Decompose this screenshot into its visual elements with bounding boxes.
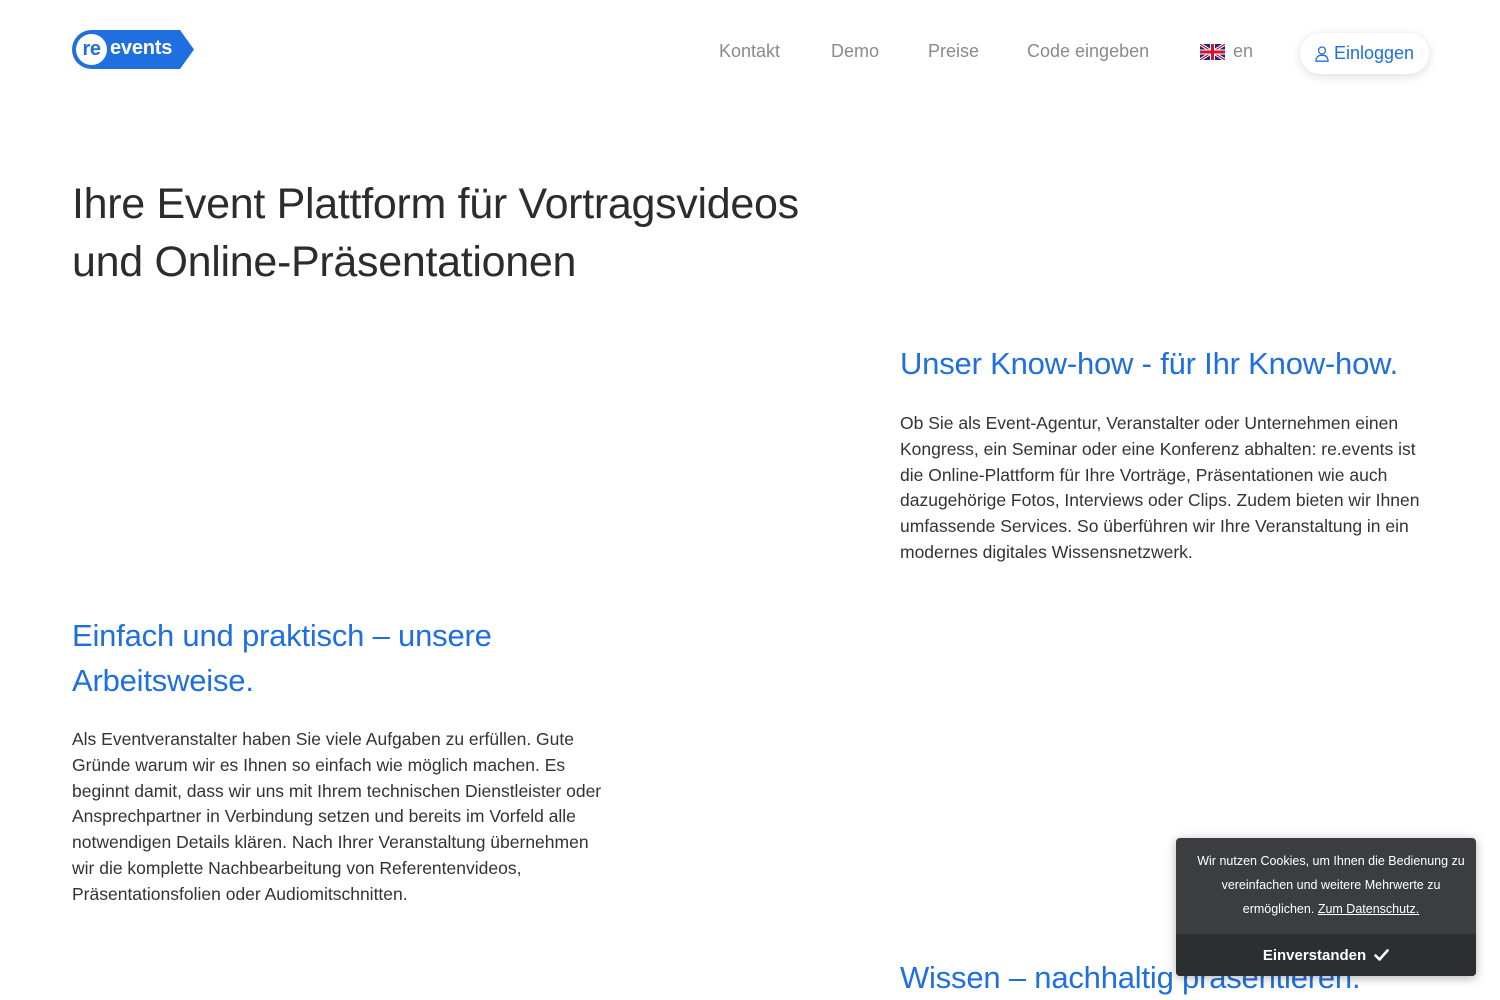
language-label: en — [1233, 41, 1254, 61]
section-arbeitsweise-title: Einfach und praktisch – unsere Arbeitswe… — [72, 618, 492, 698]
login-button[interactable]: Einloggen — [1300, 33, 1429, 74]
nav-demo[interactable]: Demo — [831, 41, 879, 62]
nav-code-eingeben[interactable]: Code eingeben — [1027, 41, 1149, 62]
cookie-accept-label: Einverstanden — [1262, 946, 1367, 964]
privacy-link[interactable]: Zum Datenschutz. — [1318, 902, 1419, 916]
hero-title-line-1: Ihre Event Plattform für Vortragsvideos — [72, 180, 799, 228]
section-arbeitsweise-text: Als Eventveranstalter haben Sie viele Au… — [72, 729, 602, 904]
hero-title: Ihre Event Plattform für Vortragsvideos … — [72, 175, 892, 291]
section-knowhow-text: Ob Sie als Event-Agentur, Veranstalter o… — [900, 413, 1420, 562]
check-icon — [1374, 949, 1389, 961]
reevents-logo[interactable]: re events — [72, 30, 194, 69]
cookie-accept-button[interactable]: Einverstanden — [1176, 934, 1476, 976]
uk-flag-icon — [1200, 43, 1225, 60]
logo-events-text: events — [110, 37, 173, 59]
nav-kontakt[interactable]: Kontakt — [719, 41, 780, 62]
cookie-message: Wir nutzen Cookies, um Ihnen die Bedienu… — [1186, 849, 1476, 921]
user-icon — [1315, 45, 1329, 62]
login-label: Einloggen — [1333, 43, 1415, 63]
nav-preise[interactable]: Preise — [928, 41, 979, 62]
site-header: re events Kontakt Demo Preise Code einge… — [0, 0, 1500, 104]
language-switcher[interactable]: en — [1200, 41, 1253, 62]
logo-re-text: re — [82, 38, 101, 60]
hero-title-line-2: und Online-Präsentationen — [72, 238, 577, 286]
section-knowhow-title: Unser Know-how - für Ihr Know-how. — [900, 346, 1399, 381]
cookie-banner: Wir nutzen Cookies, um Ihnen die Bedienu… — [1176, 838, 1476, 976]
